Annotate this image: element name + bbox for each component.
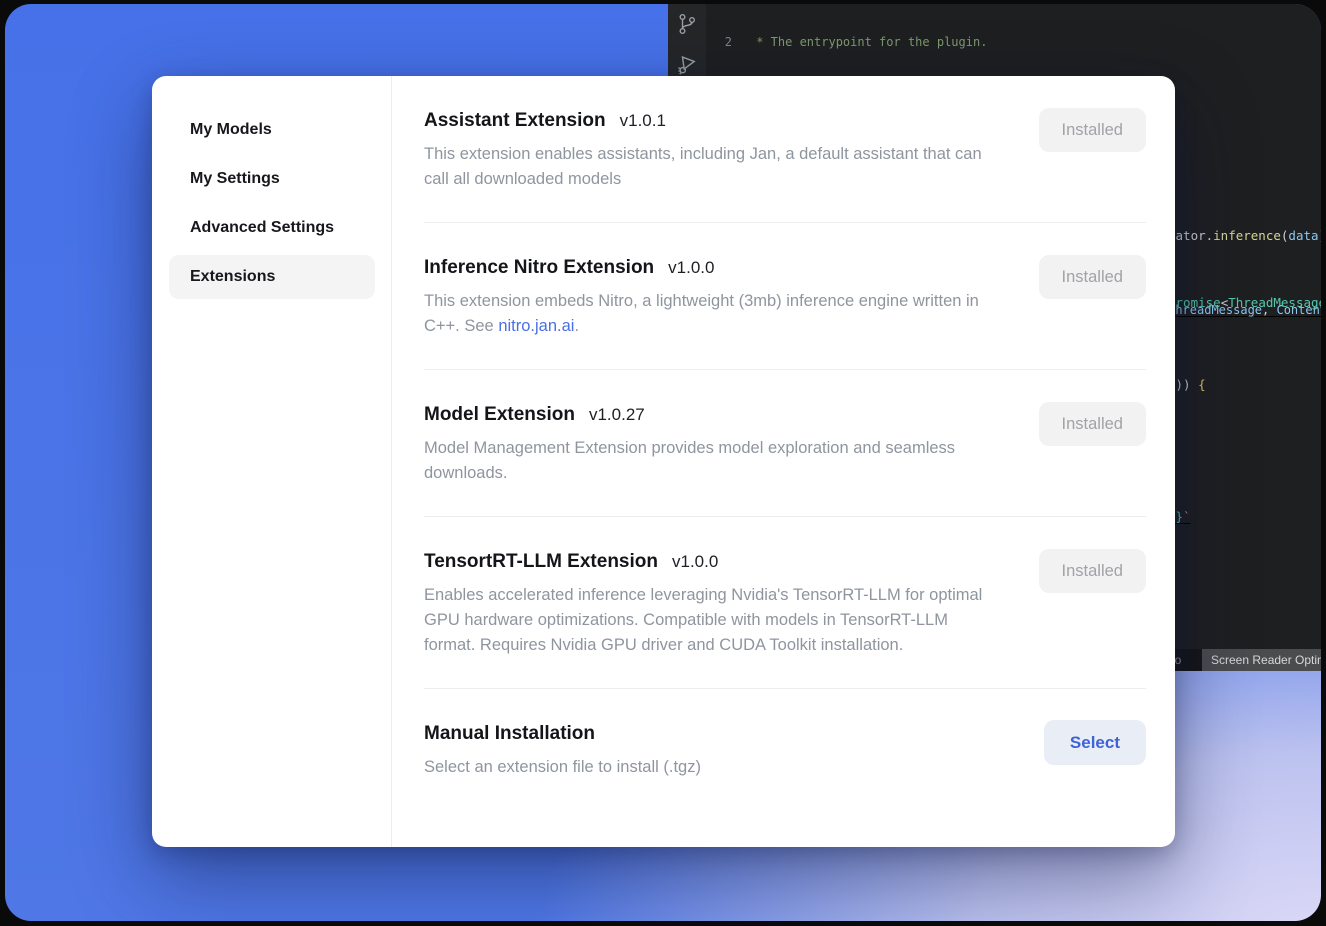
code-token: * The entrypoint for the plugin. (749, 35, 987, 49)
extension-section: Model Extension v1.0.27 Model Management… (424, 404, 1146, 486)
code-line: 2 * The entrypoint for the plugin. (706, 34, 1321, 51)
manual-installation-section: Manual Installation Select an extension … (424, 723, 1146, 780)
source-control-icon[interactable] (675, 12, 699, 36)
extension-description: Model Management Extension provides mode… (424, 436, 1002, 486)
select-file-button[interactable]: Select (1044, 720, 1146, 765)
extension-name: Assistant Extension (424, 110, 606, 132)
extension-section: TensortRT-LLM Extension v1.0.0 Enables a… (424, 551, 1146, 658)
extension-version: v1.0.0 (668, 258, 714, 278)
extension-name: Inference Nitro Extension (424, 257, 654, 279)
desktop-screenshot: 2 * The entrypoint for the plugin. 3 */ … (5, 4, 1321, 921)
extension-name: Model Extension (424, 404, 575, 426)
section-divider (424, 222, 1146, 223)
extension-description: This extension enables assistants, inclu… (424, 142, 1002, 192)
installed-button[interactable]: Installed (1039, 549, 1146, 593)
code-fragment: ")) { (1168, 377, 1321, 393)
sidebar-item-label: Extensions (190, 268, 275, 286)
installed-button[interactable]: Installed (1039, 402, 1146, 446)
settings-modal: My Models My Settings Advanced Settings … (152, 76, 1175, 847)
sidebar-item-extensions[interactable]: Extensions (169, 255, 375, 299)
code-token: )) (1176, 377, 1199, 392)
extension-section: Inference Nitro Extension v1.0.0 This ex… (424, 257, 1146, 339)
line-number: 2 (706, 34, 732, 51)
code-token: data (1288, 228, 1318, 243)
manual-installation-description: Select an extension file to install (.tg… (424, 755, 1002, 780)
extension-section: Assistant Extension v1.0.1 This extensio… (424, 110, 1146, 192)
installed-button[interactable]: Installed (1039, 255, 1146, 299)
settings-sidebar: My Models My Settings Advanced Settings … (152, 76, 392, 847)
section-divider (424, 688, 1146, 689)
installed-button[interactable]: Installed (1039, 108, 1146, 152)
sidebar-item-label: My Models (190, 121, 272, 139)
code-token: inference (1213, 228, 1281, 243)
extension-version: v1.0.27 (589, 405, 645, 425)
nitro-jan-ai-link[interactable]: nitro.jan.ai (498, 317, 574, 335)
section-divider (424, 369, 1146, 370)
code-text: * The entrypoint for the plugin. (749, 34, 987, 51)
extension-version: v1.0.1 (620, 111, 666, 131)
code-fragment: Promise<ThreadMessage> (1168, 295, 1321, 311)
code-token: { (1198, 377, 1206, 392)
section-divider (424, 516, 1146, 517)
code-token: ` (1183, 509, 1191, 524)
code-token: )); (1319, 228, 1321, 243)
extension-version: v1.0.0 (672, 552, 718, 572)
extensions-panel: Assistant Extension v1.0.1 This extensio… (392, 76, 1175, 847)
code-fragment: rator.inference(data)); (1168, 228, 1321, 244)
sidebar-item-label: My Settings (190, 170, 280, 188)
manual-installation-title: Manual Installation (424, 723, 595, 745)
run-debug-icon[interactable] (673, 50, 700, 77)
code-fragment: t}` (1168, 509, 1321, 525)
extension-name: TensortRT-LLM Extension (424, 551, 658, 573)
code-token: Promise (1168, 295, 1221, 310)
screen-reader-status-chip[interactable]: Screen Reader Optimized (1202, 649, 1321, 671)
sidebar-item-my-models[interactable]: My Models (169, 108, 375, 152)
sidebar-item-label: Advanced Settings (190, 219, 334, 237)
extension-description: Enables accelerated inference leveraging… (424, 583, 1002, 658)
extension-description: This extension embeds Nitro, a lightweig… (424, 289, 1002, 339)
sidebar-item-my-settings[interactable]: My Settings (169, 157, 375, 201)
sidebar-item-advanced-settings[interactable]: Advanced Settings (169, 206, 375, 250)
code-token: ThreadMessage (1228, 295, 1321, 310)
